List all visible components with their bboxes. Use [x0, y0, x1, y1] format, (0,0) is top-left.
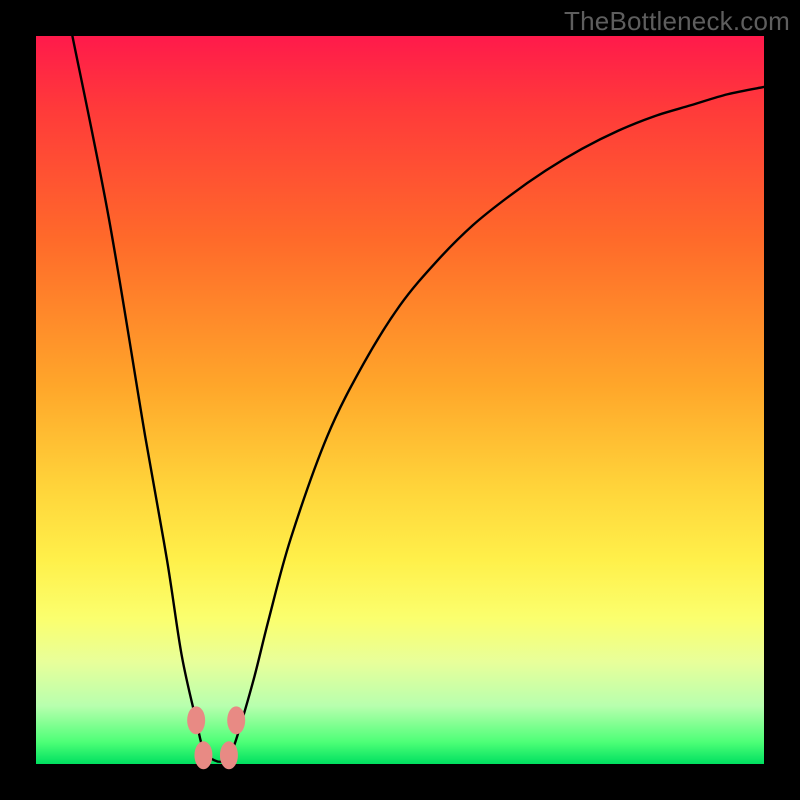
chart-frame: TheBottleneck.com [0, 0, 800, 800]
watermark-text: TheBottleneck.com [564, 6, 790, 37]
curve-svg [36, 36, 764, 764]
plot-area [36, 36, 764, 764]
bottleneck-curve [72, 36, 764, 762]
curve-marker [194, 741, 212, 769]
curve-marker [220, 741, 238, 769]
curve-marker [187, 706, 205, 734]
curve-marker [227, 706, 245, 734]
